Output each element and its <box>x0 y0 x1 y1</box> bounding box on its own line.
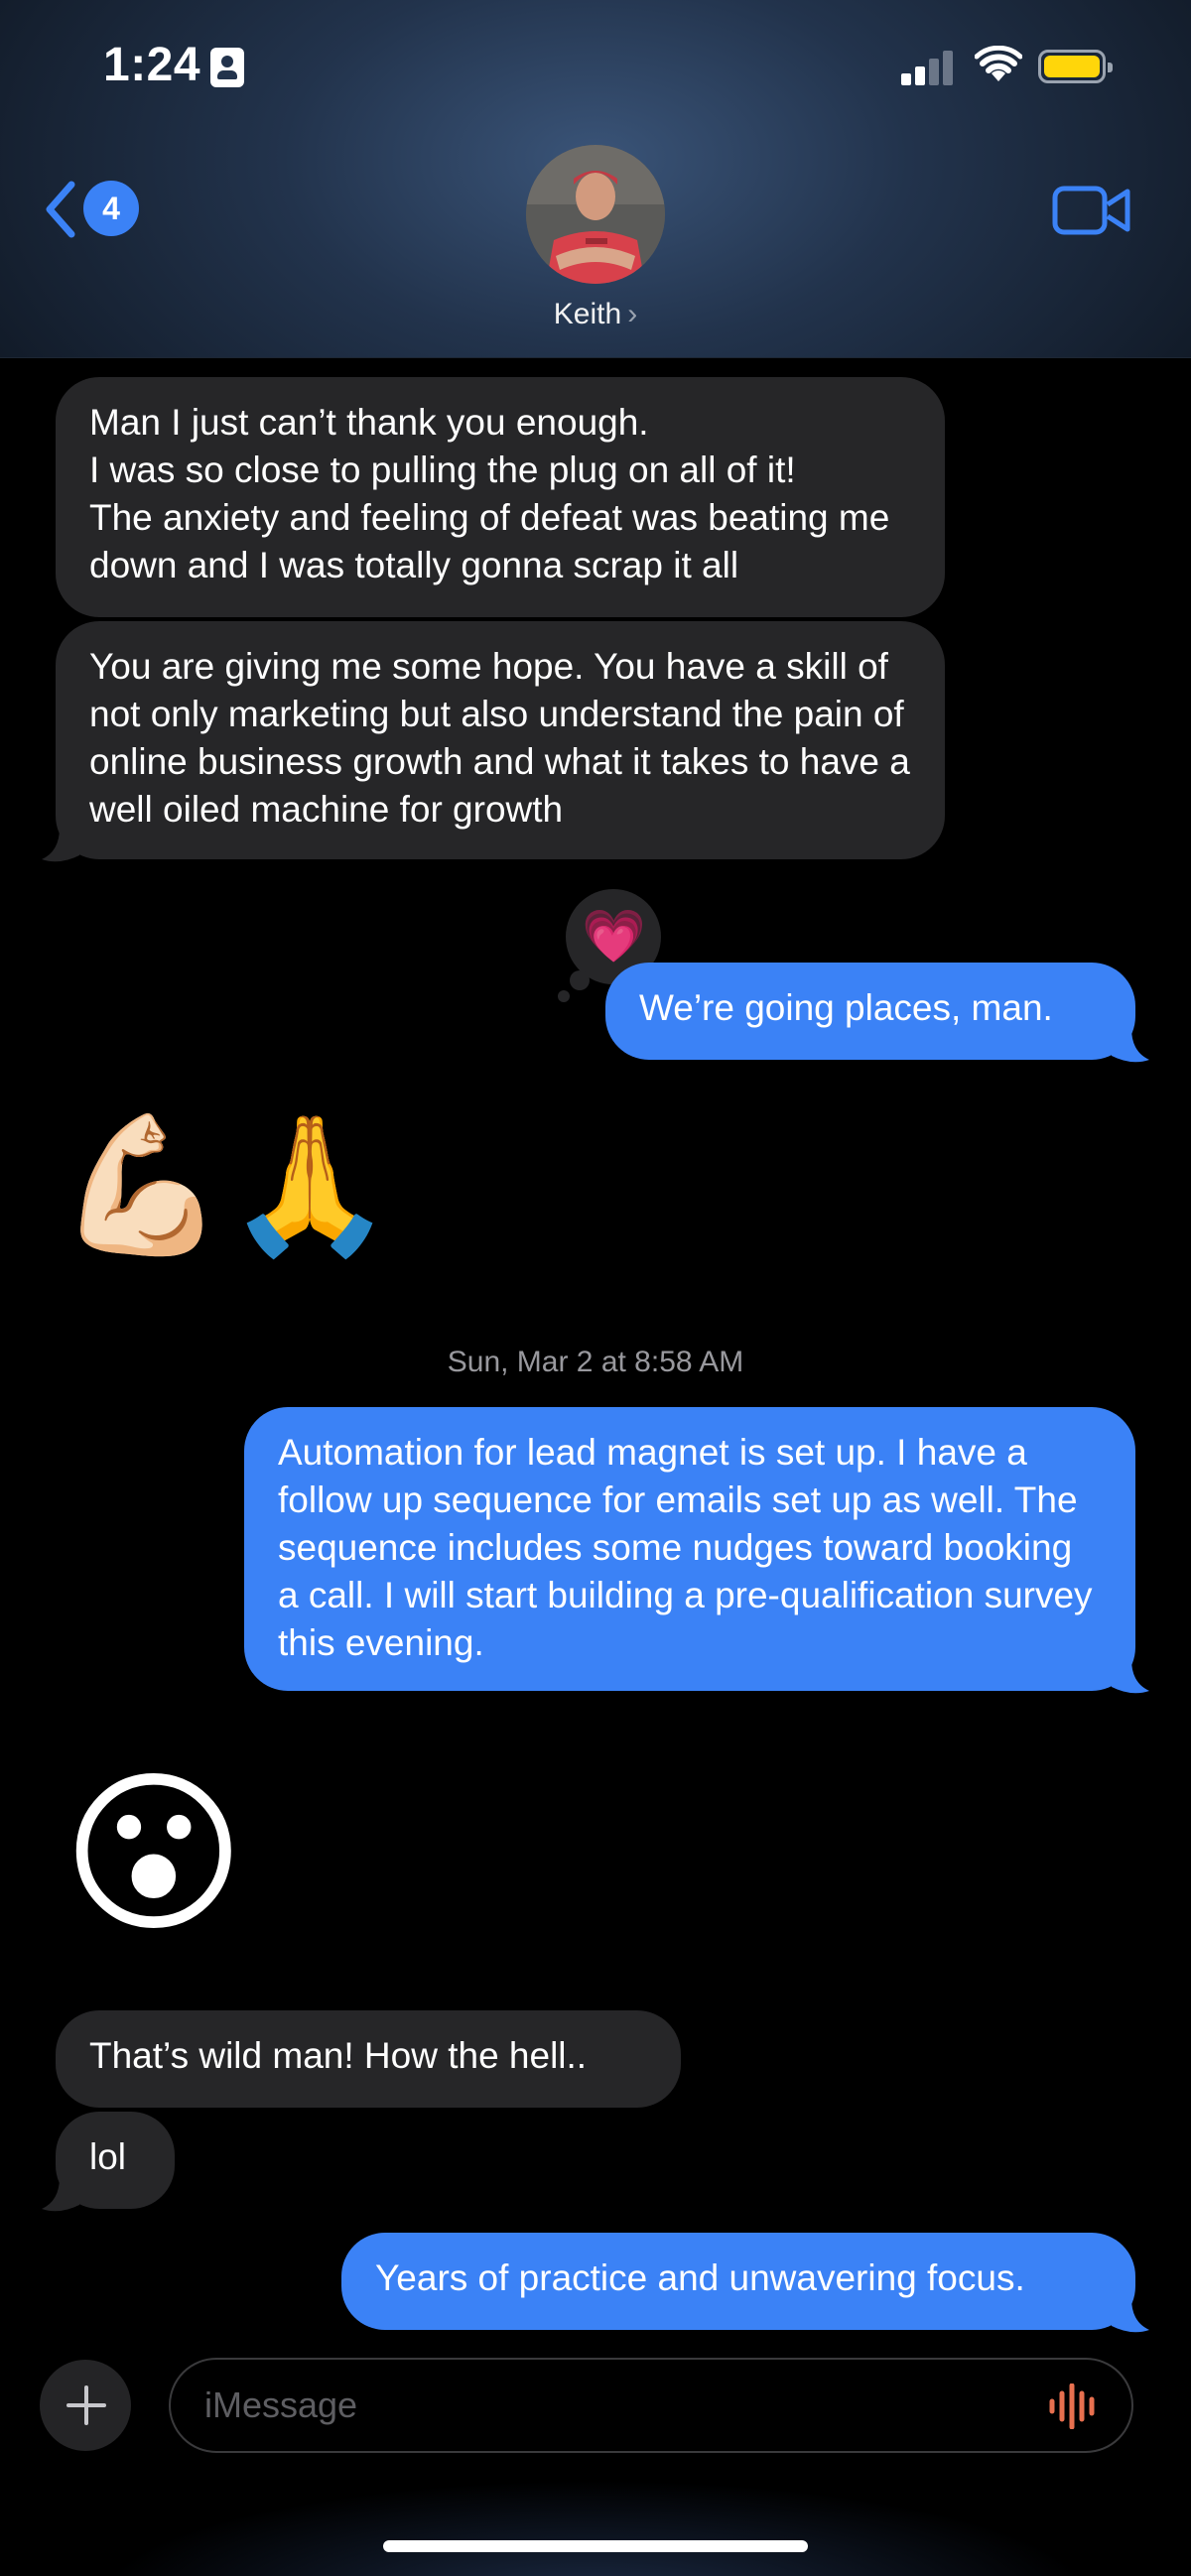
date-separator: Sun, Mar 2 at 8:58 AM <box>447 1346 744 1378</box>
cellular-signal-icon <box>901 50 955 85</box>
video-camera-icon <box>1052 186 1130 235</box>
message-bubble-outgoing[interactable]: Automation for lead magnet is set up. I … <box>244 1407 1135 1691</box>
unread-count-badge[interactable]: 4 <box>83 181 139 236</box>
contact-name[interactable]: Keith › <box>0 298 1191 331</box>
status-time: 1:24 <box>103 39 201 91</box>
plus-button[interactable] <box>40 2360 131 2451</box>
message-bubble-outgoing[interactable]: We’re going places, man. <box>605 963 1135 1060</box>
bubble-tail <box>42 828 79 862</box>
reaction-tail-dot <box>558 990 570 1002</box>
chevron-left-icon <box>46 181 75 238</box>
id-card-icon <box>210 48 244 87</box>
chevron-right-icon: › <box>627 298 638 330</box>
avatar[interactable] <box>526 145 665 284</box>
emoji-message[interactable]: 💪🏻🙏 <box>58 1117 394 1252</box>
message-input[interactable] <box>169 2358 1133 2453</box>
conversation-header: 1:24 4 Keith › <box>0 0 1191 358</box>
bubble-tail <box>1112 2298 1149 2333</box>
bubble-tail <box>1112 1659 1149 1694</box>
battery-icon <box>1038 50 1113 83</box>
heart-reaction-icon: 💗 <box>582 908 646 966</box>
message-bubble-outgoing[interactable]: Years of practice and unwavering focus. <box>341 2233 1135 2330</box>
message-bubble-incoming[interactable]: You are giving me some hope. You have a … <box>56 621 945 859</box>
bubble-tail <box>1112 1028 1149 1063</box>
home-indicator[interactable] <box>383 2540 808 2552</box>
message-bubble-incoming[interactable]: That’s wild man! How the hell.. <box>56 2010 681 2108</box>
message-bubble-incoming[interactable]: Man I just can’t thank you enough. I was… <box>56 377 945 617</box>
emoji-message[interactable]: 😮 <box>62 1766 246 1943</box>
bottom-glow <box>0 2481 1191 2576</box>
waveform-icon[interactable] <box>1048 2383 1100 2429</box>
bubble-tail <box>42 2177 79 2212</box>
video-call-button[interactable] <box>1052 183 1131 238</box>
reaction-tail-dot <box>570 970 590 990</box>
wifi-icon <box>975 46 1022 81</box>
